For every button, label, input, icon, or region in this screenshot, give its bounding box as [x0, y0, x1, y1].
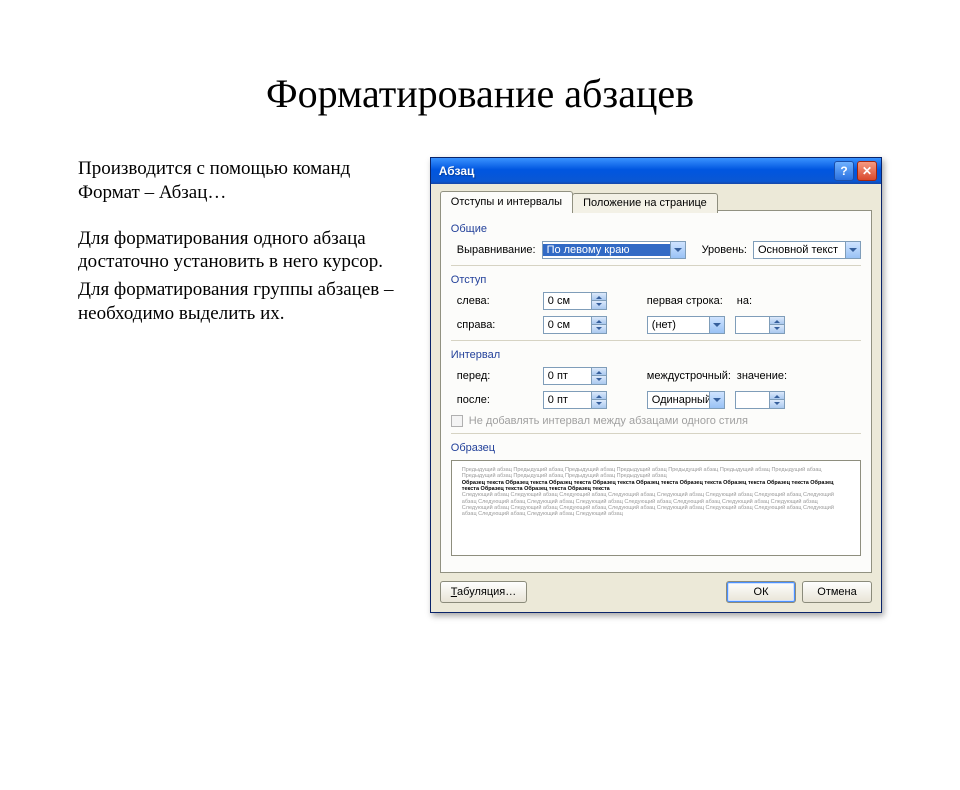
linespacing-value: Одинарный: [648, 394, 709, 406]
preview-box: Предыдущий абзац Предыдущий абзац Предыд…: [451, 460, 861, 556]
ok-button[interactable]: ОК: [726, 581, 796, 603]
chevron-down-icon[interactable]: [845, 242, 860, 258]
slide-description: Производится с помощью команд Формат – А…: [78, 157, 402, 613]
indent-right-label: справа:: [457, 319, 537, 331]
tab-panel: Общие Выравнивание: По левому краю Урове…: [440, 210, 872, 573]
after-value: 0 пт: [544, 394, 591, 406]
spinner-buttons[interactable]: [769, 317, 784, 333]
indent-on-label: на:: [737, 295, 777, 307]
align-combo[interactable]: По левому краю: [542, 241, 686, 259]
slide-title: Форматирование абзацев: [0, 70, 960, 117]
tabs-button[interactable]: Табуляция…: [440, 581, 527, 603]
after-label: после:: [457, 394, 537, 406]
desc-line-2: Для форматирования одного абзаца достато…: [78, 227, 402, 275]
interval-heading: Интервал: [451, 349, 861, 361]
cancel-button[interactable]: Отмена: [802, 581, 872, 603]
firstline-combo[interactable]: (нет): [647, 316, 725, 334]
indent-left-label: слева:: [457, 295, 537, 307]
firstline-value: (нет): [648, 319, 709, 331]
desc-line-1: Производится с помощью команд Формат – А…: [78, 157, 402, 205]
linespacing-combo[interactable]: Одинарный: [647, 391, 725, 409]
indent-left-value: 0 см: [544, 295, 591, 307]
desc-line-3: Для форматирования группы абзацев – необ…: [78, 278, 402, 326]
section-interval: Интервал перед: 0 пт междустрочный: знач…: [451, 349, 861, 427]
preview-heading: Образец: [451, 442, 861, 454]
indent-left-spinner[interactable]: 0 см: [543, 292, 607, 310]
no-space-checkbox-row: Не добавлять интервал между абзацами одн…: [451, 415, 861, 427]
spinner-buttons[interactable]: [591, 392, 606, 408]
firstline-on-spinner[interactable]: [735, 316, 785, 334]
chevron-down-icon[interactable]: [670, 242, 685, 258]
spinner-buttons[interactable]: [591, 317, 606, 333]
align-label: Выравнивание:: [457, 244, 536, 256]
tab-strip: Отступы и интервалы Положение на страниц…: [440, 191, 872, 211]
level-label: Уровень:: [702, 244, 747, 256]
level-combo[interactable]: Основной текст: [753, 241, 861, 259]
section-preview: Образец Предыдущий абзац Предыдущий абза…: [451, 442, 861, 556]
section-general: Общие Выравнивание: По левому краю Урове…: [451, 223, 861, 259]
indent-right-value: 0 см: [544, 319, 591, 331]
tab-indents[interactable]: Отступы и интервалы: [440, 191, 573, 211]
linespacing-label: междустрочный:: [647, 370, 731, 382]
level-value: Основной текст: [754, 244, 845, 256]
close-button[interactable]: ✕: [857, 161, 877, 181]
general-heading: Общие: [451, 223, 861, 235]
align-value: По левому краю: [543, 244, 670, 256]
dialog-title: Абзац: [439, 164, 831, 178]
after-spinner[interactable]: 0 пт: [543, 391, 607, 409]
section-indent: Отступ слева: 0 см первая строка: на: сп…: [451, 274, 861, 334]
preview-sample: Образец текста Образец текста Образец те…: [462, 480, 850, 493]
preview-prev: Предыдущий абзац Предыдущий абзац Предыд…: [462, 467, 850, 480]
tab-position[interactable]: Положение на странице: [572, 193, 718, 213]
before-label: перед:: [457, 370, 537, 382]
value-spinner[interactable]: [735, 391, 785, 409]
before-value: 0 пт: [544, 370, 591, 382]
dialog-button-row: Табуляция… ОК Отмена: [440, 573, 872, 603]
chevron-down-icon[interactable]: [709, 317, 724, 333]
value-label: значение:: [737, 370, 783, 382]
preview-next: Следующий абзац Следующий абзац Следующи…: [462, 492, 850, 517]
indent-heading: Отступ: [451, 274, 861, 286]
paragraph-dialog: Абзац ? ✕ Отступы и интервалы Положение …: [430, 157, 882, 613]
spinner-buttons[interactable]: [591, 368, 606, 384]
spinner-buttons[interactable]: [769, 392, 784, 408]
chevron-down-icon[interactable]: [709, 392, 724, 408]
firstline-label: первая строка:: [647, 295, 731, 307]
no-space-checkbox: [451, 415, 463, 427]
indent-right-spinner[interactable]: 0 см: [543, 316, 607, 334]
dialog-titlebar[interactable]: Абзац ? ✕: [431, 158, 881, 184]
spinner-buttons[interactable]: [591, 293, 606, 309]
before-spinner[interactable]: 0 пт: [543, 367, 607, 385]
help-button[interactable]: ?: [834, 161, 854, 181]
no-space-label: Не добавлять интервал между абзацами одн…: [469, 415, 748, 427]
